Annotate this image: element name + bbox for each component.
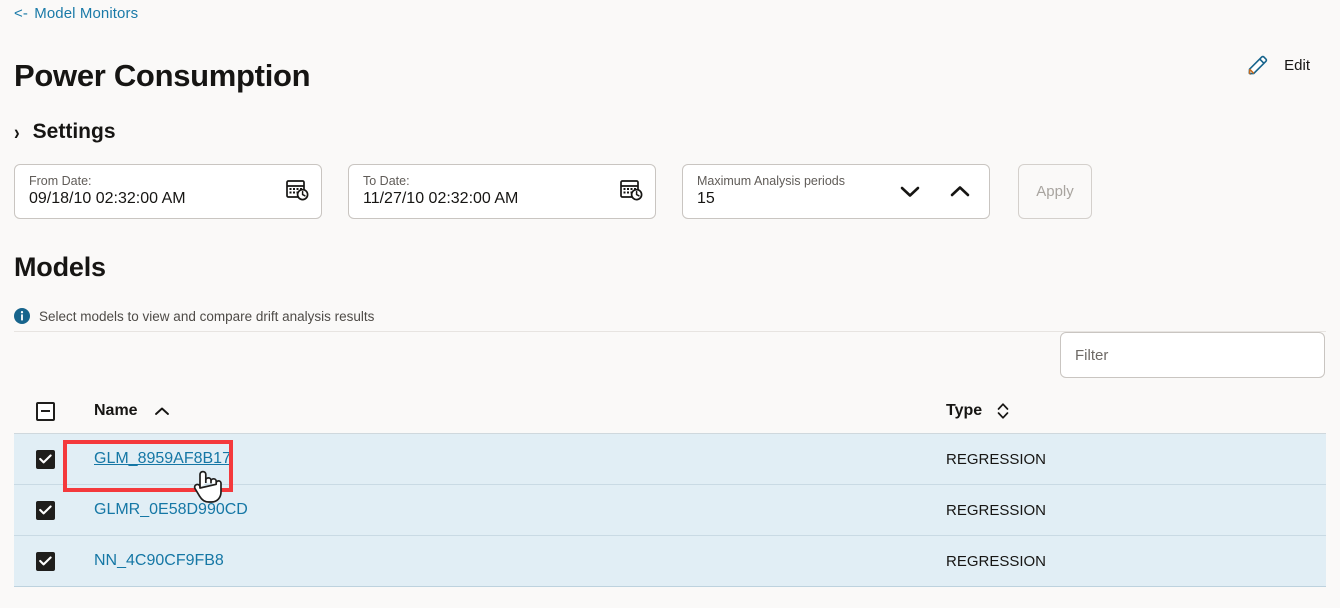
- breadcrumb-label: Model Monitors: [34, 5, 139, 22]
- table-row[interactable]: GLM_8959AF8B17 REGRESSION: [14, 434, 1326, 485]
- model-type-value: REGRESSION: [946, 450, 1047, 468]
- stepper-buttons: [899, 181, 977, 203]
- models-section-title: Models: [14, 252, 106, 282]
- to-date-label: To Date:: [363, 174, 410, 188]
- max-periods-texts: Maximum Analysis periods 15: [697, 174, 899, 209]
- chevron-right-icon: ›: [14, 120, 20, 144]
- max-periods-value: 15: [697, 190, 715, 207]
- max-analysis-periods-field[interactable]: Maximum Analysis periods 15: [682, 164, 990, 219]
- info-icon: [14, 308, 30, 324]
- sort-updown-icon[interactable]: [996, 402, 1010, 420]
- settings-controls: From Date: 09/18/10 02:32:00 AM To Date:…: [14, 164, 1092, 219]
- chevron-up-icon[interactable]: [949, 181, 971, 203]
- column-header-name-label: Name: [94, 402, 138, 419]
- edit-label: Edit: [1284, 56, 1310, 74]
- row-select-cell: [14, 551, 80, 571]
- back-arrow-icon: <-: [14, 5, 28, 22]
- models-hint-text: Select models to view and compare drift …: [39, 308, 375, 324]
- model-name-link[interactable]: GLMR_0E58D990CD: [94, 501, 248, 519]
- row-type-cell: REGRESSION: [946, 451, 1326, 468]
- table-row[interactable]: NN_4C90CF9FB8 REGRESSION: [14, 536, 1326, 587]
- model-name-link[interactable]: GLM_8959AF8B17: [94, 450, 231, 468]
- column-header-type-label: Type: [946, 402, 983, 419]
- to-date-field[interactable]: To Date: 11/27/10 02:32:00 AM: [348, 164, 656, 219]
- row-type-cell: REGRESSION: [946, 502, 1326, 519]
- apply-label: Apply: [1036, 183, 1074, 200]
- to-date-value: 11/27/10 02:32:00 AM: [363, 190, 519, 207]
- from-date-label: From Date:: [29, 174, 92, 188]
- apply-button[interactable]: Apply: [1018, 164, 1092, 219]
- model-name-link[interactable]: NN_4C90CF9FB8: [94, 552, 224, 570]
- indeterminate-dash-icon: [41, 410, 50, 412]
- page-root: <- Model Monitors Power Consumption Edit…: [0, 0, 1340, 608]
- model-type-value: REGRESSION: [946, 501, 1047, 519]
- pencil-icon: [1245, 52, 1271, 78]
- chevron-down-icon[interactable]: [899, 181, 921, 203]
- row-checkbox[interactable]: [36, 449, 55, 469]
- from-date-value: 09/18/10 02:32:00 AM: [29, 190, 186, 207]
- from-date-texts: From Date: 09/18/10 02:32:00 AM: [29, 174, 285, 209]
- select-all-checkbox[interactable]: [36, 401, 55, 421]
- column-header-name[interactable]: Name: [80, 402, 946, 420]
- breadcrumb[interactable]: <- Model Monitors: [14, 5, 138, 22]
- calendar-clock-icon[interactable]: [619, 177, 643, 206]
- row-name-cell: GLM_8959AF8B17: [80, 450, 946, 468]
- filter-input[interactable]: [1060, 332, 1325, 378]
- row-name-cell: NN_4C90CF9FB8: [80, 552, 946, 570]
- settings-section-title: Settings: [32, 120, 116, 143]
- to-date-texts: To Date: 11/27/10 02:32:00 AM: [363, 174, 619, 209]
- page-title: Power Consumption: [14, 58, 311, 93]
- select-all-cell: [14, 401, 80, 421]
- calendar-clock-icon[interactable]: [285, 177, 309, 206]
- row-type-cell: REGRESSION: [946, 553, 1326, 570]
- models-hint: Select models to view and compare drift …: [14, 308, 374, 324]
- chevron-up-icon[interactable]: [154, 406, 170, 416]
- models-table: Name Type GLM_8959AF8B17 REGRESSION GLMR…: [14, 389, 1326, 587]
- from-date-field[interactable]: From Date: 09/18/10 02:32:00 AM: [14, 164, 322, 219]
- table-header-row: Name Type: [14, 389, 1326, 434]
- edit-button[interactable]: Edit: [1245, 52, 1310, 78]
- row-checkbox[interactable]: [36, 551, 55, 571]
- max-periods-label: Maximum Analysis periods: [697, 174, 845, 188]
- row-name-cell: GLMR_0E58D990CD: [80, 501, 946, 519]
- column-header-type[interactable]: Type: [946, 402, 1326, 420]
- row-checkbox[interactable]: [36, 500, 55, 520]
- model-type-value: REGRESSION: [946, 552, 1047, 570]
- settings-section-toggle[interactable]: › Settings: [14, 120, 116, 144]
- table-row[interactable]: GLMR_0E58D990CD REGRESSION: [14, 485, 1326, 536]
- row-select-cell: [14, 449, 80, 469]
- row-select-cell: [14, 500, 80, 520]
